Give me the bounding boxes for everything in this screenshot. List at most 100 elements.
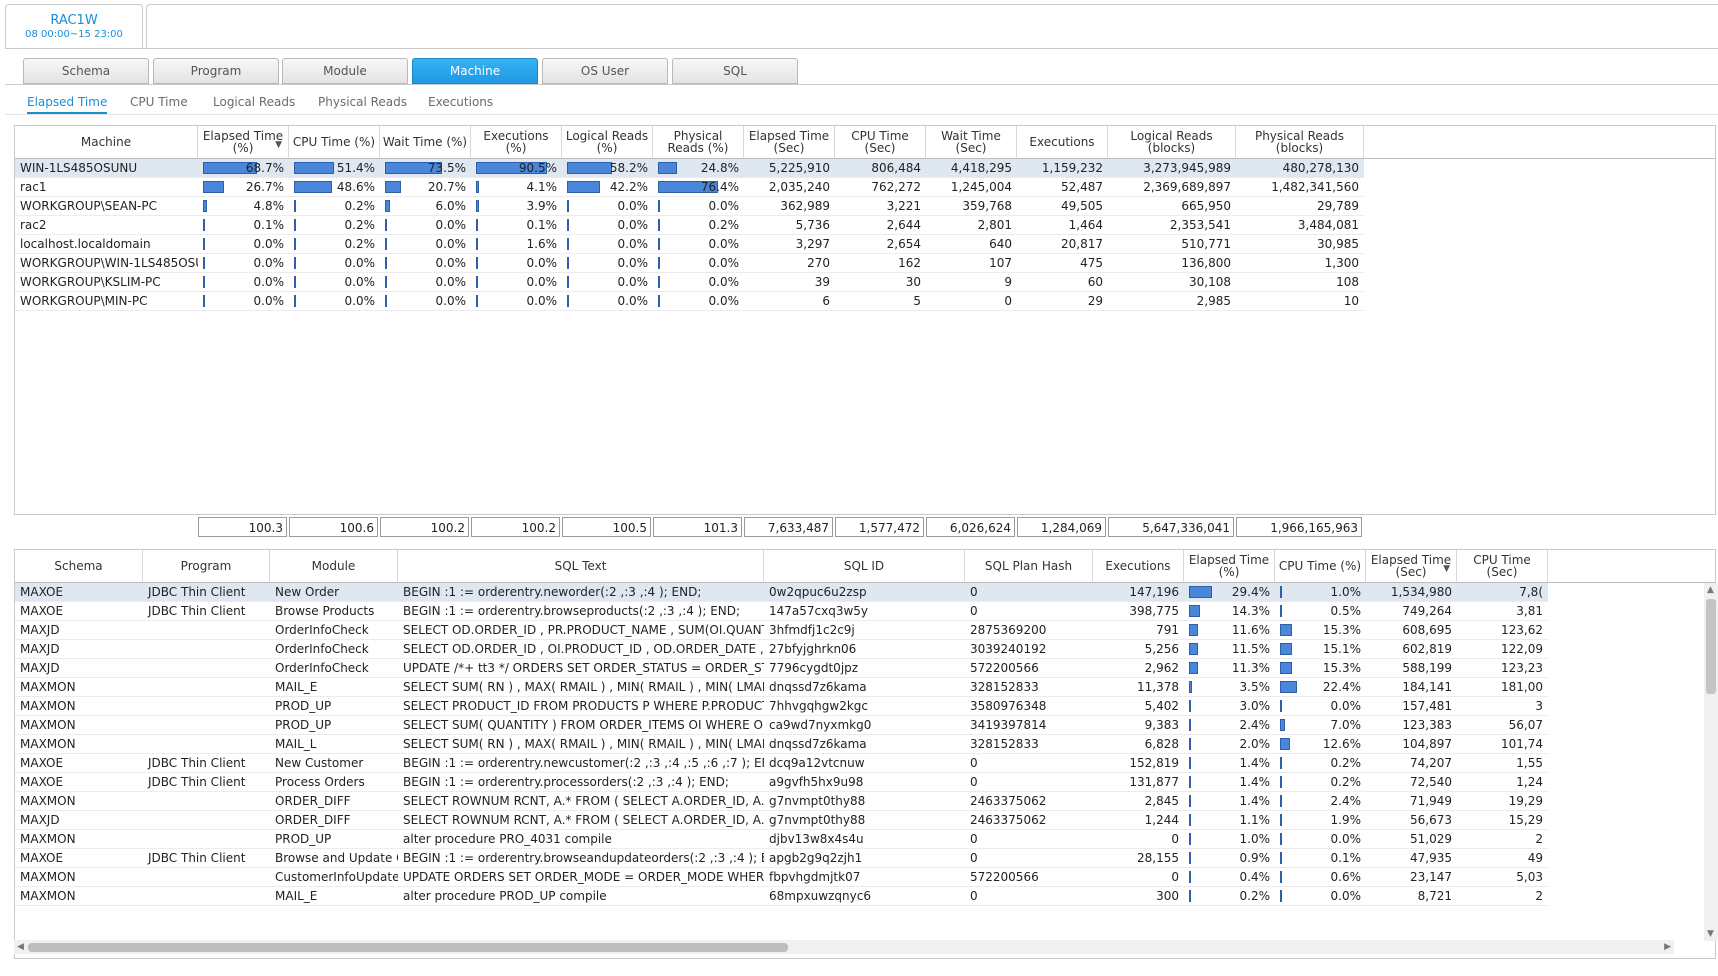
value-cell: 5,736 — [795, 218, 830, 232]
table-row[interactable]: MAXOE JDBC Thin Client Browse and Update O… — [15, 849, 1548, 868]
sql-exec-cell: 0 — [1171, 870, 1179, 884]
percent-label: 0.0% — [526, 294, 558, 308]
vertical-scrollbar[interactable]: ▲ ▼ — [1704, 583, 1718, 941]
column-header[interactable]: Physical Reads (%) — [653, 126, 744, 158]
vertical-scroll-thumb[interactable] — [1706, 599, 1716, 694]
column-header[interactable]: CPU Time (%) — [1275, 550, 1366, 582]
column-header[interactable]: Wait Time (Sec) — [926, 126, 1017, 158]
subtab-logical-reads[interactable]: Logical Reads — [213, 95, 295, 109]
value-cell: 49 — [1527, 851, 1543, 865]
scroll-left-icon[interactable]: ◀ — [17, 942, 24, 952]
table-row[interactable]: MAXOE JDBC Thin Client New Order BEGIN :1 :… — [15, 583, 1548, 602]
column-header[interactable]: Physical Reads (blocks) — [1236, 126, 1364, 158]
tab-program[interactable]: Program — [153, 58, 279, 84]
percent-bar — [1280, 776, 1282, 788]
value-cell: 1,300 — [1324, 256, 1359, 270]
horizontal-scroll-thumb[interactable] — [28, 943, 788, 952]
table-row[interactable]: MAXMON PROD_UP SELECT PRODUCT_ID FROM PROD… — [15, 697, 1548, 716]
table-row[interactable]: MAXJD OrderInfoCheck SELECT OD.ORDER_ID , … — [15, 640, 1548, 659]
column-header[interactable]: SQL Plan Hash — [965, 550, 1093, 582]
tab-schema[interactable]: Schema — [23, 58, 149, 84]
percent-label: 24.8% — [700, 161, 739, 175]
table-row[interactable]: MAXMON MAIL_E SELECT SUM( RN ) , MAX( RMAI… — [15, 678, 1548, 697]
percent-bar — [294, 257, 296, 269]
table-row[interactable]: MAXMON CustomerInfoUpdate UPDATE ORDERS SE… — [15, 868, 1548, 887]
table-row[interactable]: localhost.localdomain 0.0% 0.2% 0.0% 1.6% 0.0… — [15, 235, 1364, 254]
column-header[interactable]: CPU Time (Sec) — [1457, 550, 1548, 582]
scroll-right-icon[interactable]: ▶ — [1664, 942, 1671, 952]
instance-name: RAC1W — [50, 13, 98, 28]
column-header[interactable]: Elapsed Time (%) ▼ — [198, 126, 289, 158]
table-row[interactable]: WORKGROUP\WIN-1LS485OSUNU 0.0% 0.0% 0.0% 0.0… — [15, 254, 1364, 273]
percent-cell: 11.3% — [1184, 659, 1275, 678]
sql-table-header: Schema Program Module SQL Text SQL ID SQL Pla… — [15, 550, 1715, 583]
scroll-down-icon[interactable]: ▼ — [1707, 929, 1714, 939]
table-row[interactable]: MAXOE JDBC Thin Client Browse Products BEGI… — [15, 602, 1548, 621]
scroll-up-icon[interactable]: ▲ — [1707, 585, 1714, 595]
tab-module[interactable]: Module — [282, 58, 408, 84]
column-header[interactable]: SQL ID — [764, 550, 965, 582]
percent-bar — [385, 200, 390, 212]
table-row[interactable]: WIN-1LS485OSUNU 68.7% 51.4% 73.5% 90.5% 58.2%… — [15, 159, 1364, 178]
sql-module-cell: ORDER_DIFF — [275, 813, 351, 827]
percent-label: 0.0% — [617, 256, 649, 270]
column-header[interactable]: Logical Reads (%) — [562, 126, 653, 158]
table-row[interactable]: MAXJD OrderInfoCheck SELECT OD.ORDER_ID , … — [15, 621, 1548, 640]
table-row[interactable]: MAXMON PROD_UP alter procedure PRO_4031 co… — [15, 830, 1548, 849]
table-row[interactable]: MAXJD OrderInfoCheck UPDATE /*+ tt3 */ ORD… — [15, 659, 1548, 678]
table-row[interactable]: MAXOE JDBC Thin Client Process Orders BEGIN… — [15, 773, 1548, 792]
table-row[interactable]: MAXOE JDBC Thin Client New Customer BEGIN :… — [15, 754, 1548, 773]
sort-desc-icon[interactable]: ▼ — [1443, 563, 1450, 575]
column-header[interactable]: SQL Text — [398, 550, 764, 582]
value-cell: 71,949 — [1410, 794, 1452, 808]
tab-machine[interactable]: Machine — [412, 58, 538, 84]
tab-sql[interactable]: SQL — [672, 58, 798, 84]
sort-desc-icon[interactable]: ▼ — [275, 139, 282, 151]
sql-sql-cell: SELECT ROWNUM RCNT, A.* FROM ( SELECT A.… — [403, 794, 764, 808]
percent-cell: 0.0% — [562, 216, 653, 235]
tab-os-user[interactable]: OS User — [542, 58, 668, 84]
table-row[interactable]: MAXJD ORDER_DIFF SELECT ROWNUM RCNT, A.* F… — [15, 811, 1548, 830]
column-header[interactable]: Logical Reads (blocks) — [1108, 126, 1236, 158]
percent-cell: 0.4% — [1184, 868, 1275, 887]
column-header[interactable]: Executions (%) — [471, 126, 562, 158]
table-row[interactable]: WORKGROUP\MIN-PC 0.0% 0.0% 0.0% 0.0% 0.0% 0.0%… — [15, 292, 1364, 311]
sql-exec-cell: 147,196 — [1129, 585, 1179, 599]
percent-label: 11.3% — [1231, 661, 1270, 675]
column-header[interactable]: Program — [143, 550, 270, 582]
column-header[interactable]: Elapsed Time (Sec) — [744, 126, 835, 158]
table-row[interactable]: WORKGROUP\SEAN-PC 4.8% 0.2% 6.0% 3.9% 0.0% 0.0… — [15, 197, 1364, 216]
value-cell: 1,534,980 — [1390, 585, 1452, 599]
subtab-elapsed-time[interactable]: Elapsed Time — [27, 95, 108, 115]
table-row[interactable]: MAXMON MAIL_L SELECT SUM( RN ) , MAX( RMAI… — [15, 735, 1548, 754]
percent-bar — [1189, 738, 1191, 750]
subtab-cpu-time[interactable]: CPU Time — [130, 95, 188, 109]
column-header[interactable]: Elapsed Time (%) — [1184, 550, 1275, 582]
column-header-label: Executions (%) — [483, 129, 549, 155]
column-header[interactable]: Executions — [1017, 126, 1108, 158]
sql-hash-cell: 2463375062 — [970, 794, 1047, 808]
percent-cell: 0.0% — [562, 273, 653, 292]
sql-module-cell: Process Orders — [275, 775, 365, 789]
table-row[interactable]: rac1 26.7% 48.6% 20.7% 4.1% 42.2% 76.4% 2,035,2… — [15, 178, 1364, 197]
instance-tab[interactable]: RAC1W 08 00:00~15 23:00 — [5, 4, 143, 49]
table-row[interactable]: rac2 0.1% 0.2% 0.0% 0.1% 0.0% 0.2% 5,736 2,644 2,… — [15, 216, 1364, 235]
column-header[interactable]: Wait Time (%) — [380, 126, 471, 158]
subtab-executions[interactable]: Executions — [428, 95, 493, 109]
column-header[interactable]: CPU Time (Sec) — [835, 126, 926, 158]
sql-exec-cell: 300 — [1156, 889, 1179, 903]
table-row[interactable]: WORKGROUP\KSLIM-PC 0.0% 0.0% 0.0% 0.0% 0.0% 0.… — [15, 273, 1364, 292]
table-row[interactable]: MAXMON PROD_UP SELECT SUM( QUANTITY ) FROM… — [15, 716, 1548, 735]
column-header[interactable]: Machine — [15, 126, 198, 158]
percent-cell: 24.8% — [653, 159, 744, 178]
subtab-physical-reads[interactable]: Physical Reads — [318, 95, 407, 109]
column-header[interactable]: Module — [270, 550, 398, 582]
table-row[interactable]: MAXMON ORDER_DIFF SELECT ROWNUM RCNT, A.* … — [15, 792, 1548, 811]
horizontal-scrollbar[interactable]: ◀ ▶ — [14, 940, 1674, 954]
column-header[interactable]: Elapsed Time (Sec) ▼ — [1366, 550, 1457, 582]
table-row[interactable]: MAXMON MAIL_E alter procedure PROD_UP comp… — [15, 887, 1548, 906]
column-header[interactable]: Executions — [1093, 550, 1184, 582]
sql-sqlid-cell: 0w2qpuc6u2zsp — [769, 585, 867, 599]
column-header[interactable]: Schema — [15, 550, 143, 582]
column-header[interactable]: CPU Time (%) — [289, 126, 380, 158]
